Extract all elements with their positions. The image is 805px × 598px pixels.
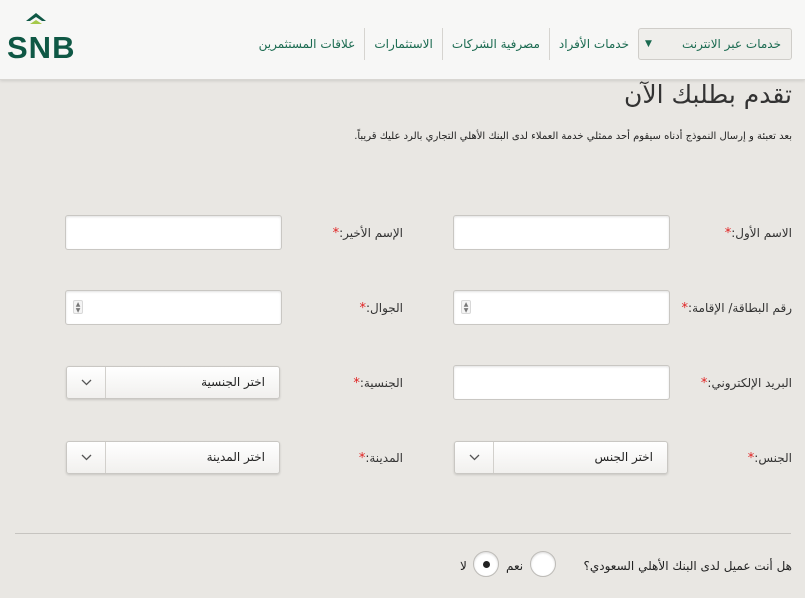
radio-no[interactable] bbox=[473, 551, 499, 577]
intro-text: بعد تعبئة و إرسال النموذج أدناه سيقوم أح… bbox=[354, 131, 792, 142]
radio-yes-label: نعم bbox=[506, 559, 524, 573]
online-services-dropdown[interactable]: خدمات عبر الانترنت ▼ bbox=[638, 28, 792, 60]
mobile-label: الجوال:* bbox=[359, 301, 403, 316]
city-label: المدينة:* bbox=[358, 451, 403, 466]
radio-no-label: لا bbox=[460, 559, 467, 573]
city-select[interactable]: اختر المدينة bbox=[66, 441, 280, 474]
radio-yes[interactable] bbox=[530, 551, 556, 577]
gender-select[interactable]: اختر الجنس bbox=[454, 441, 668, 474]
first-name-label: الاسم الأول:* bbox=[724, 226, 792, 241]
mobile-input[interactable]: ▲ ▼ bbox=[65, 290, 282, 325]
number-stepper-icon[interactable]: ▲ ▼ bbox=[461, 300, 471, 314]
nav-item-investor-relations[interactable]: علاقات المستثمرين bbox=[250, 28, 365, 60]
city-select-value: اختر المدينة bbox=[206, 450, 265, 464]
snb-logo[interactable]: SNB bbox=[7, 12, 99, 65]
site-header: SNB خدمات عبر الانترنت ▼ خدمات الأفراد م… bbox=[0, 0, 805, 80]
last-name-input[interactable] bbox=[65, 215, 282, 250]
customer-question: هل أنت عميل لدى البنك الأهلي السعودي؟ bbox=[583, 559, 792, 573]
main-nav: خدمات عبر الانترنت ▼ خدمات الأفراد مصرفي… bbox=[250, 28, 792, 60]
last-name-label: الإسم الأخير:* bbox=[332, 226, 403, 241]
id-number-label: رقم البطاقة/ الإقامة:* bbox=[681, 301, 792, 316]
chevron-down-icon bbox=[469, 454, 480, 461]
first-name-input[interactable] bbox=[453, 215, 670, 250]
email-input[interactable] bbox=[453, 365, 670, 400]
select-toggle[interactable] bbox=[67, 367, 106, 398]
nationality-select-value: اختر الجنسية bbox=[201, 375, 265, 389]
online-services-label: خدمات عبر الانترنت bbox=[681, 37, 781, 51]
select-toggle[interactable] bbox=[67, 442, 106, 473]
number-stepper-icon[interactable]: ▲ ▼ bbox=[73, 300, 83, 314]
select-toggle[interactable] bbox=[455, 442, 494, 473]
email-label: البريد الإلكتروني:* bbox=[700, 376, 792, 391]
nationality-label: الجنسية:* bbox=[353, 376, 403, 391]
id-number-input[interactable]: ▲ ▼ bbox=[453, 290, 670, 325]
dropdown-arrow-icon: ▼ bbox=[645, 39, 652, 49]
gender-select-value: اختر الجنس bbox=[594, 450, 653, 464]
gender-label: الجنس:* bbox=[747, 451, 792, 466]
nav-item-corporate[interactable]: مصرفية الشركات bbox=[441, 28, 549, 60]
logo-text: SNB bbox=[7, 30, 76, 65]
nav-item-individuals[interactable]: خدمات الأفراد bbox=[548, 28, 638, 60]
page-title: تقدم بطلبك الآن bbox=[623, 80, 792, 109]
chevron-down-icon bbox=[81, 454, 92, 461]
nav-item-investments[interactable]: الاستثمارات bbox=[364, 28, 442, 60]
chevron-down-icon bbox=[81, 379, 92, 386]
nationality-select[interactable]: اختر الجنسية bbox=[66, 366, 280, 399]
section-divider bbox=[15, 533, 791, 534]
